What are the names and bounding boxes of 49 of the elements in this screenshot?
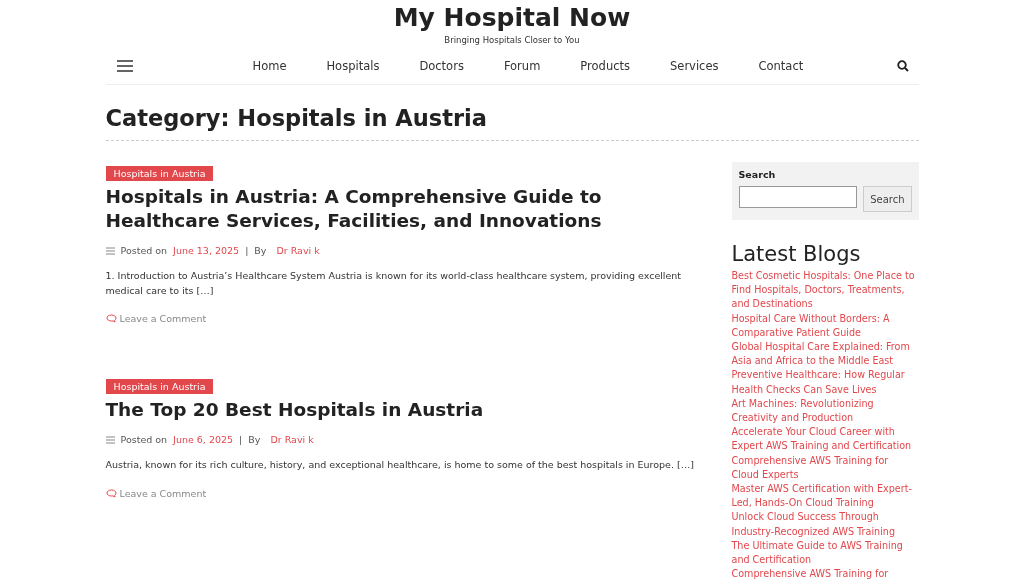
- meta-separator: |: [245, 245, 249, 256]
- search-icon[interactable]: [896, 60, 909, 72]
- blog-link[interactable]: Accelerate Your Cloud Career with Expert AWS Training and Certification: [731, 425, 919, 454]
- blog-link[interactable]: The Ultimate Guide to AWS Training and Certification: [731, 538, 919, 568]
- category-tag[interactable]: Hospitals in Austria: [105, 379, 214, 394]
- post-title[interactable]: The Top 20 Best Hospitals in Austria: [105, 398, 708, 422]
- comment-link[interactable]: Leave a Comment: [105, 487, 207, 499]
- by-label: By: [248, 434, 261, 445]
- blog-link[interactable]: Art Machines: Revolutionizing Creativity and Production: [731, 396, 919, 426]
- nav-link[interactable]: Home: [232, 59, 307, 73]
- comment-link[interactable]: Leave a Comment: [105, 313, 207, 324]
- by-label: By: [254, 245, 267, 256]
- post-excerpt: 1. Introduction to Austria’s Healthcare System Austria is known for its world-class healthcare system, providing excellent medical care to its […]: [105, 269, 683, 298]
- speech-bubble-icon: [105, 314, 117, 323]
- nav-link[interactable]: Contact: [738, 59, 824, 73]
- blog-link[interactable]: Master AWS Certification with Expert-Led, Hands-On Cloud Training: [731, 482, 919, 511]
- nav-link[interactable]: Products: [560, 59, 650, 73]
- menu-icon[interactable]: [116, 60, 133, 72]
- post-date[interactable]: June 13, 2025: [173, 245, 240, 256]
- post-excerpt: Austria, known for its rich culture, history, and exceptional healthcare, is home to some of the best hospitals in Europe. […]: [105, 458, 695, 472]
- search-label: Search: [738, 169, 777, 180]
- nav-link[interactable]: Hospitals: [306, 59, 400, 73]
- blog-link[interactable]: Global Hospital Care Explained: From Asia and Africa to the Middle East: [731, 340, 919, 369]
- lines-icon: [105, 435, 115, 444]
- nav-link[interactable]: Doctors: [399, 59, 484, 73]
- posted-label: Posted on: [120, 434, 168, 445]
- blog-link[interactable]: Hospital Care Without Borders: A Comparative Patient Guide: [731, 311, 919, 340]
- category-tag[interactable]: Hospitals in Austria: [105, 166, 214, 181]
- site-tagline: Bringing Hospitals Closer to You: [444, 35, 580, 45]
- author-link[interactable]: Dr Ravi k: [276, 245, 320, 256]
- nav-link[interactable]: Services: [650, 59, 739, 73]
- blog-link[interactable]: Unlock Cloud Success Through Industry-Recognized AWS Training: [731, 510, 919, 539]
- widget-heading: Latest Blogs: [731, 242, 862, 266]
- speech-bubble-icon: [105, 488, 117, 498]
- page-title: Category: Hospitals in Austria: [105, 85, 919, 141]
- blog-link[interactable]: Comprehensive AWS Training for Cloud Experts: [731, 453, 919, 483]
- meta-separator: |: [239, 434, 243, 445]
- search-field[interactable]: [738, 186, 858, 208]
- search-button[interactable]: Search: [863, 186, 912, 212]
- blog-link[interactable]: Best Cosmetic Hospitals: One Place to Find Hospitals, Doctors, Treatments, and Destinations: [731, 269, 919, 312]
- site-title[interactable]: My Hospital Now: [393, 4, 631, 32]
- blog-link[interactable]: Comprehensive AWS Training for: [731, 567, 919, 582]
- post-date[interactable]: June 6, 2025: [173, 434, 234, 445]
- author-link[interactable]: Dr Ravi k: [270, 434, 314, 445]
- nav-link[interactable]: Forum: [483, 59, 561, 73]
- blog-link[interactable]: Preventive Healthcare: How Regular Health Checks Can Save Lives: [731, 368, 919, 397]
- posted-label: Posted on: [120, 245, 168, 256]
- lines-icon: [105, 246, 115, 255]
- post-title[interactable]: Hospitals in Austria: A Comprehensive Guide to Healthcare Services, Facilities, and Innovations: [105, 185, 708, 233]
